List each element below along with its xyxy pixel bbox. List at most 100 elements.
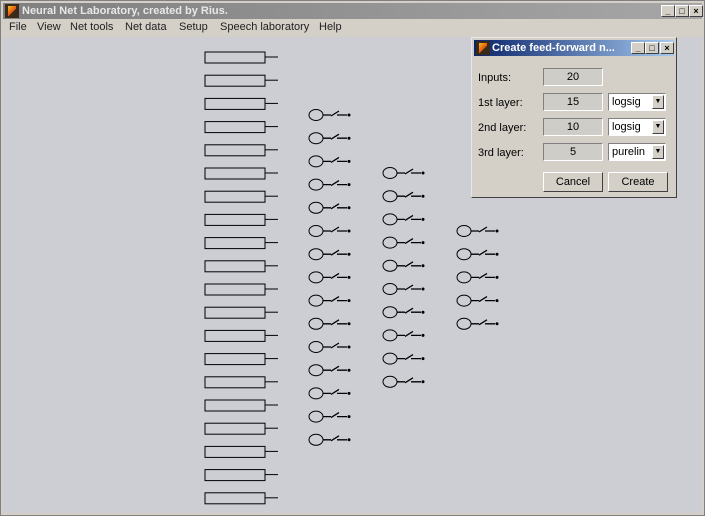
transfer-function-icon: [323, 412, 347, 419]
neuron-node: [382, 352, 425, 365]
menu-setup[interactable]: Setup: [179, 19, 208, 35]
dialog-minimize-button[interactable]: _: [631, 42, 645, 54]
output-dot: [421, 241, 425, 245]
input-box: [204, 260, 266, 273]
neuron-node: [308, 317, 351, 330]
menu-speech-laboratory[interactable]: Speech laboratory: [220, 19, 309, 35]
layer3-neurons-field[interactable]: 5: [543, 143, 603, 161]
neuron-circle: [382, 352, 398, 365]
menu-help[interactable]: Help: [319, 19, 342, 35]
create-button[interactable]: Create: [608, 172, 668, 192]
neuron-circle: [456, 317, 472, 330]
menu-view[interactable]: View: [37, 19, 61, 35]
transfer-function-icon: [323, 226, 347, 233]
neuron-node: [382, 213, 425, 226]
dropdown-arrow-icon[interactable]: ▼: [652, 145, 664, 159]
neuron-node: [382, 329, 425, 342]
output-dot: [347, 229, 351, 233]
neuron-circle: [382, 259, 398, 272]
output-dot: [347, 113, 351, 117]
input-box: [204, 97, 266, 110]
neuron-circle: [308, 294, 324, 307]
input-box: [204, 51, 266, 64]
neuron-node: [456, 248, 499, 261]
maximize-button[interactable]: □: [675, 5, 689, 17]
output-dot: [347, 159, 351, 163]
neuron-node: [382, 306, 425, 319]
dialog-close-button[interactable]: ×: [660, 42, 674, 54]
title-bar[interactable]: Neural Net Laboratory, created by Rius. …: [3, 3, 703, 19]
menu-file[interactable]: File: [9, 19, 27, 35]
dialog-maximize-button[interactable]: □: [645, 42, 659, 54]
neuron-circle: [308, 317, 324, 330]
menu-bar: File View Net tools Net data Setup Speec…: [3, 19, 702, 35]
dropdown-arrow-icon[interactable]: ▼: [652, 120, 664, 134]
output-dot: [347, 299, 351, 303]
transfer-function-icon: [323, 203, 347, 210]
input-node: [204, 121, 278, 134]
close-button[interactable]: ×: [689, 5, 703, 17]
layer3-label: 3rd layer:: [478, 147, 524, 159]
minimize-button[interactable]: _: [661, 5, 675, 17]
output-dot: [347, 391, 351, 395]
transfer-function-icon: [397, 307, 421, 314]
output-dot: [347, 206, 351, 210]
output-dot: [495, 229, 499, 233]
neuron-node: [308, 155, 351, 168]
layer2-label: 2nd layer:: [478, 122, 527, 134]
neuron-circle: [308, 225, 324, 237]
input-node: [204, 329, 278, 342]
menu-net-tools[interactable]: Net tools: [70, 19, 113, 35]
menu-net-data[interactable]: Net data: [125, 19, 167, 35]
input-box: [204, 167, 266, 180]
output-dot: [421, 217, 425, 221]
transfer-function-icon: [397, 354, 421, 361]
cancel-button[interactable]: Cancel: [543, 172, 603, 192]
layer1-transfer-select[interactable]: logsig ▼: [608, 93, 666, 111]
input-box: [204, 190, 266, 203]
neuron-circle: [308, 132, 324, 145]
input-node: [204, 353, 278, 366]
neuron-circle: [308, 387, 324, 400]
transfer-function-icon: [397, 261, 421, 268]
transfer-function-icon: [471, 272, 495, 279]
neuron-circle: [308, 109, 324, 121]
neuron-circle: [308, 178, 324, 191]
neuron-circle: [382, 375, 398, 388]
neuron-circle: [382, 329, 398, 342]
neuron-node: [308, 410, 351, 423]
input-box: [204, 329, 266, 342]
neuron-circle: [308, 410, 324, 423]
dialog-title-bar[interactable]: Create feed-forward n... _ □ ×: [474, 40, 674, 56]
transfer-function-icon: [323, 156, 347, 163]
neuron-node: [382, 236, 425, 249]
output-dot: [347, 275, 351, 279]
input-node: [204, 260, 278, 273]
layer1-transfer-value: logsig: [612, 96, 641, 108]
transfer-function-icon: [323, 110, 347, 117]
output-dot: [421, 194, 425, 198]
layer2-neurons-field[interactable]: 10: [543, 118, 603, 136]
neuron-node: [308, 109, 351, 121]
neuron-circle: [456, 225, 472, 237]
input-box: [204, 306, 266, 319]
layer3-transfer-value: purelin: [612, 146, 646, 158]
input-box: [204, 399, 266, 412]
input-node: [204, 399, 278, 412]
neuron-node: [308, 271, 351, 284]
neuron-node: [456, 225, 499, 237]
layer1-neurons-field[interactable]: 15: [543, 93, 603, 111]
output-dot: [347, 438, 351, 442]
transfer-function-icon: [323, 133, 347, 140]
inputs-field: 20: [543, 68, 603, 86]
neuron-circle: [308, 248, 324, 261]
neuron-node: [382, 283, 425, 295]
input-node: [204, 492, 278, 505]
transfer-function-icon: [397, 191, 421, 198]
neuron-circle: [382, 306, 398, 319]
layer3-transfer-select[interactable]: purelin ▼: [608, 143, 666, 161]
dropdown-arrow-icon[interactable]: ▼: [652, 95, 664, 109]
neuron-node: [382, 190, 425, 203]
layer2-transfer-select[interactable]: logsig ▼: [608, 118, 666, 136]
dialog-title: Create feed-forward n...: [492, 42, 615, 54]
